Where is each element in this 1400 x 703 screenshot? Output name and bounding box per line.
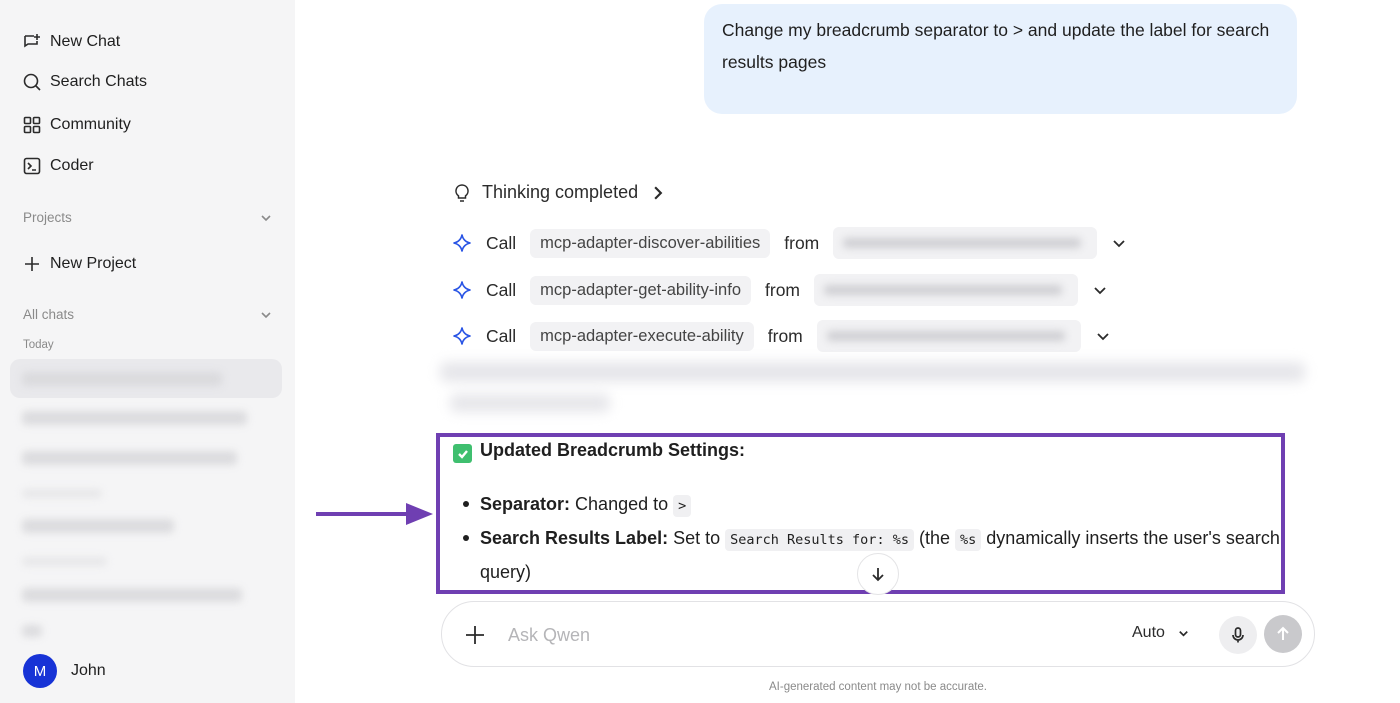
- source-chip-redacted: [833, 227, 1098, 259]
- chevron-right-icon: [654, 186, 663, 199]
- from-label: from: [784, 232, 820, 253]
- projects-section-header[interactable]: Projects: [23, 210, 273, 225]
- scroll-to-bottom-button[interactable]: [857, 553, 899, 595]
- call-verb: Call: [486, 325, 517, 346]
- search-icon: [23, 73, 41, 91]
- search-chats-label: Search Chats: [50, 73, 147, 90]
- chevron-down-icon[interactable]: [1095, 328, 1111, 344]
- chat-group-label-redacted: [22, 489, 102, 498]
- chat-list-item-redacted[interactable]: [22, 519, 174, 533]
- tool-call-row[interactable]: Call mcp-adapter-execute-ability from: [452, 319, 1111, 353]
- community-button[interactable]: Community: [22, 112, 131, 138]
- mode-label: Auto: [1132, 624, 1165, 641]
- sparkle-icon: [453, 327, 471, 345]
- projects-label: Projects: [23, 210, 72, 225]
- send-button[interactable]: [1264, 615, 1302, 653]
- arrow-up-icon: [1277, 626, 1289, 640]
- all-chats-section-header[interactable]: All chats: [23, 307, 273, 322]
- tool-name-chip: mcp-adapter-execute-ability: [530, 321, 754, 351]
- microphone-icon: [1232, 627, 1244, 643]
- ai-disclaimer: AI-generated content may not be accurate…: [769, 681, 987, 693]
- all-chats-label: All chats: [23, 307, 75, 322]
- sparkle-icon: [453, 281, 471, 299]
- user-message-bubble: Change my breadcrumb separator to > and …: [704, 4, 1297, 114]
- new-chat-button[interactable]: New Chat: [22, 29, 120, 55]
- placeholder-token: %s: [955, 529, 982, 551]
- call-verb: Call: [486, 232, 517, 253]
- chevron-down-icon: [261, 214, 271, 221]
- sparkle-icon: [453, 234, 471, 252]
- coder-label: Coder: [50, 157, 94, 174]
- from-label: from: [767, 325, 803, 346]
- grid-icon: [23, 116, 41, 134]
- new-project-button[interactable]: New Project: [22, 251, 136, 277]
- thinking-status[interactable]: Thinking completed: [452, 182, 668, 203]
- tool-name-chip: mcp-adapter-discover-abilities: [530, 228, 771, 258]
- source-chip-redacted: [816, 320, 1081, 352]
- lightbulb-icon: [455, 183, 469, 202]
- plus-icon: [466, 626, 484, 644]
- redacted-response-text: [450, 394, 610, 412]
- chat-list-item-redacted[interactable]: [22, 372, 222, 386]
- list-item: Separator: Changed to >: [463, 488, 1280, 522]
- source-chip-redacted: [814, 274, 1078, 306]
- call-verb: Call: [486, 279, 517, 300]
- separator-label: Separator:: [480, 494, 571, 514]
- checkbox-checked-icon: [453, 444, 472, 463]
- community-label: Community: [50, 116, 131, 133]
- new-chat-label: New Chat: [50, 33, 121, 50]
- chevron-down-icon: [1179, 630, 1188, 637]
- chat-list-item-redacted[interactable]: [22, 411, 247, 425]
- chat-group-label-redacted: [22, 557, 107, 566]
- tool-call-row[interactable]: Call mcp-adapter-discover-abilities from: [452, 226, 1127, 260]
- note-open: (the: [918, 528, 950, 548]
- result-title: Updated Breadcrumb Settings:: [480, 440, 746, 460]
- tool-name-chip: mcp-adapter-get-ability-info: [530, 275, 751, 305]
- voice-input-button[interactable]: [1219, 616, 1257, 654]
- search-results-text: Set to: [673, 528, 721, 548]
- new-project-label: New Project: [50, 255, 137, 272]
- chat-list-item-redacted[interactable]: [22, 451, 237, 465]
- terminal-icon: [23, 157, 41, 175]
- plus-icon: [25, 257, 39, 271]
- chevron-down-icon: [261, 311, 271, 318]
- search-results-label: Search Results Label:: [480, 528, 669, 548]
- tool-call-row[interactable]: Call mcp-adapter-get-ability-info from: [452, 273, 1108, 307]
- chat-list-item-redacted[interactable]: [22, 588, 242, 602]
- new-chat-icon: [24, 34, 40, 48]
- model-mode-selector[interactable]: Auto: [1132, 624, 1190, 642]
- from-label: from: [765, 279, 800, 300]
- chat-list-item-redacted[interactable]: [22, 625, 42, 637]
- chevron-down-icon[interactable]: [1092, 282, 1108, 298]
- search-results-value: Search Results for: %s: [725, 529, 914, 551]
- coder-button[interactable]: Coder: [22, 153, 94, 179]
- separator-text: Changed to: [575, 494, 669, 514]
- user-name: John: [71, 662, 106, 679]
- search-chats-button[interactable]: Search Chats: [22, 69, 147, 95]
- message-composer: Auto: [441, 601, 1315, 667]
- redacted-response-text: [440, 362, 1305, 382]
- chat-input[interactable]: [508, 620, 1068, 650]
- thinking-label: Thinking completed: [482, 182, 639, 202]
- arrow-down-icon: [872, 568, 884, 582]
- annotation-arrow-icon: [316, 503, 433, 525]
- add-attachment-button[interactable]: [462, 622, 488, 648]
- today-group-label: Today: [23, 339, 54, 351]
- chevron-down-icon[interactable]: [1111, 235, 1127, 251]
- separator-value: >: [673, 495, 692, 517]
- sidebar: New Chat Search Chats Community Coder Pr…: [0, 0, 295, 703]
